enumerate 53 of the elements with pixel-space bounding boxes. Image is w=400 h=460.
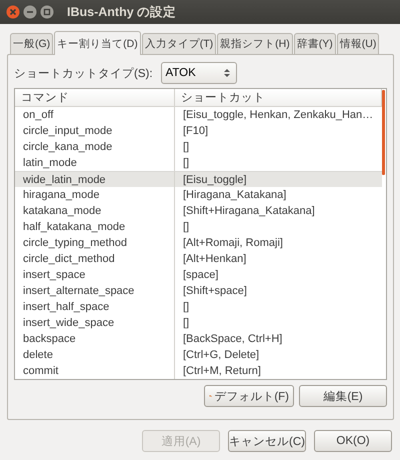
table-cell[interactable]: [Shift+space] xyxy=(175,283,382,299)
close-icon[interactable] xyxy=(6,5,20,19)
table-cell[interactable]: circle_dict_method xyxy=(15,251,175,267)
tab[interactable]: 情報(U) xyxy=(336,33,380,54)
updown-icon xyxy=(224,68,230,78)
window-title: IBus-Anthy の設定 xyxy=(67,4,176,20)
tab[interactable]: 辞書(Y) xyxy=(294,33,336,54)
table-cell[interactable]: delete xyxy=(15,347,175,363)
shortcut-type-dropdown[interactable]: ATOK xyxy=(160,62,237,84)
table-cell[interactable]: circle_kana_mode xyxy=(15,139,175,155)
table-cell[interactable]: [] xyxy=(175,219,382,235)
tab[interactable]: 親指シフト(H) xyxy=(217,33,293,54)
tab[interactable]: 入力タイプ(T) xyxy=(142,33,216,54)
table-cell[interactable]: wide_latin_mode xyxy=(15,171,175,187)
table-cell[interactable]: insert_space xyxy=(15,267,175,283)
table-cell[interactable]: [space] xyxy=(175,267,382,283)
maximize-icon[interactable] xyxy=(40,5,54,19)
shortcut-type-label: ショートカットタイプ(S): xyxy=(14,66,153,80)
tab[interactable]: 一般(G) xyxy=(10,33,54,54)
table-cell[interactable]: katakana_mode xyxy=(15,203,175,219)
table-cell[interactable]: hiragana_mode xyxy=(15,187,175,203)
table-cell[interactable]: [] xyxy=(175,315,382,331)
table-cell[interactable]: insert_half_space xyxy=(15,299,175,315)
table-cell[interactable]: [] xyxy=(175,139,382,155)
tab[interactable]: キー割り当て(D) xyxy=(54,31,141,55)
scrollbar[interactable] xyxy=(382,90,385,175)
table-cell[interactable]: [Hiragana_Katakana] xyxy=(175,187,382,203)
dialog-button[interactable]: キャンセル(C) xyxy=(228,430,306,452)
table-cell[interactable]: half_katakana_mode xyxy=(15,219,175,235)
edit-button[interactable]: 編集(E) xyxy=(299,385,387,407)
table-cell[interactable]: circle_input_mode xyxy=(15,123,175,139)
column-header[interactable]: ショートカット xyxy=(175,89,382,107)
table-cell[interactable]: [] xyxy=(175,299,382,315)
table-cell[interactable]: on_off xyxy=(15,107,175,123)
dialog-button[interactable]: OK(O) xyxy=(314,430,392,452)
table-cell[interactable]: [Ctrl+G, Delete] xyxy=(175,347,382,363)
table-cell[interactable]: commit xyxy=(15,363,175,379)
table-cell[interactable]: [Ctrl+M, Return] xyxy=(175,363,382,379)
default-button[interactable]: デフォルト(F) xyxy=(204,385,294,407)
table-cell[interactable]: insert_alternate_space xyxy=(15,283,175,299)
minimize-icon[interactable] xyxy=(23,5,37,19)
table-cell[interactable]: [F10] xyxy=(175,123,382,139)
table-cell[interactable]: backspace xyxy=(15,331,175,347)
table-cell[interactable]: [Eisu_toggle, Henkan, Zenkaku_Han… xyxy=(175,107,382,123)
table-cell[interactable]: insert_wide_space xyxy=(15,315,175,331)
table-cell[interactable]: [Eisu_toggle] xyxy=(175,171,382,187)
table-cell[interactable]: [Alt+Romaji, Romaji] xyxy=(175,235,382,251)
table-cell[interactable]: [] xyxy=(175,155,382,171)
table-cell[interactable]: circle_typing_method xyxy=(15,235,175,251)
column-header[interactable]: コマンド xyxy=(15,89,175,107)
table-cell[interactable]: [Shift+Hiragana_Katakana] xyxy=(175,203,382,219)
table-cell[interactable]: [BackSpace, Ctrl+H] xyxy=(175,331,382,347)
table-cell[interactable]: [Alt+Henkan] xyxy=(175,251,382,267)
